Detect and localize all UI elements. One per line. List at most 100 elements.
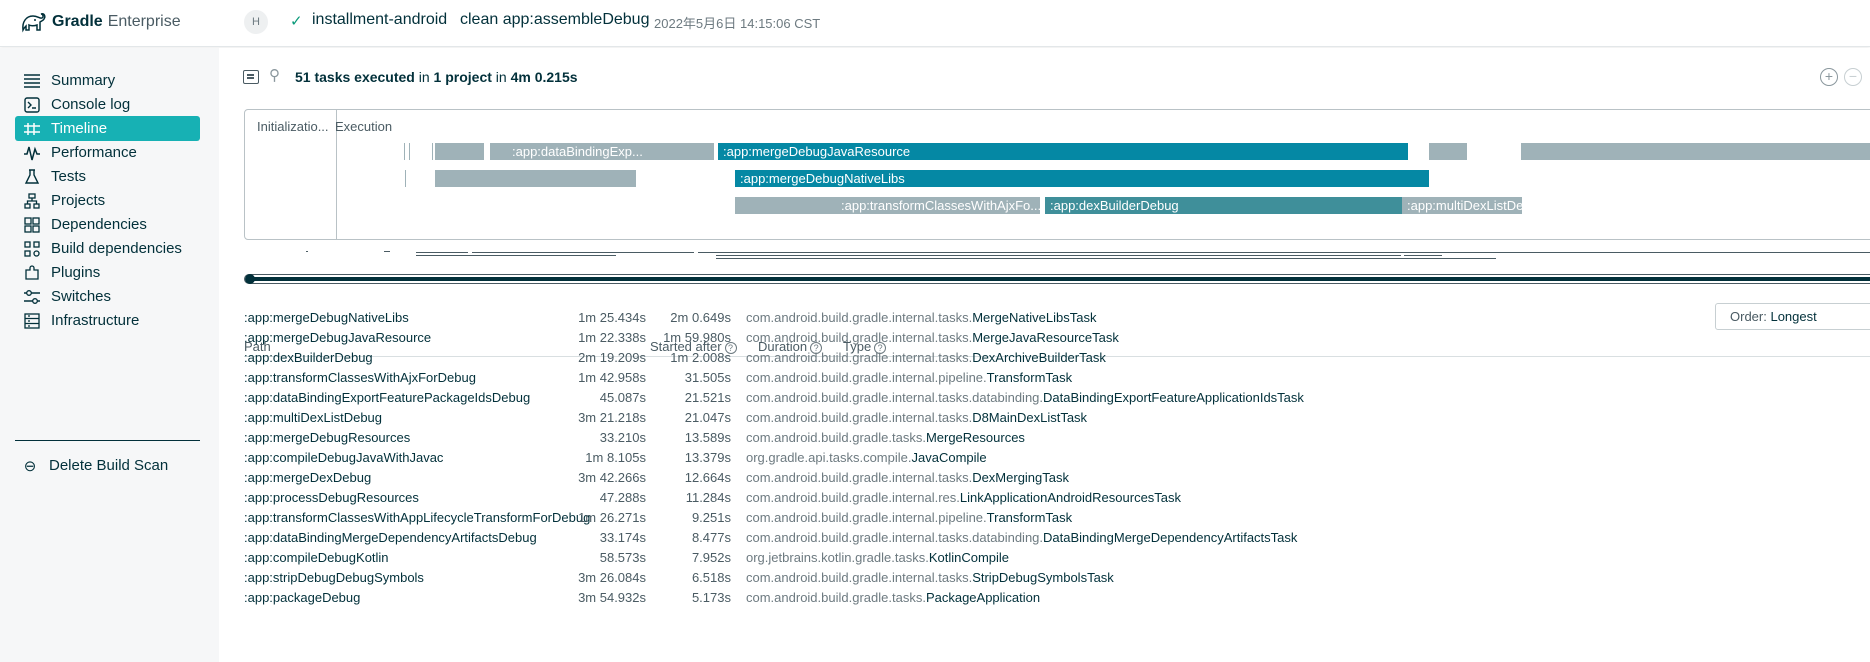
sidebar-item-switches[interactable]: Switches [15,284,200,309]
scroll-handle[interactable] [245,274,255,284]
minimap-mark [472,252,694,253]
task-started-after: 3m 26.084s [578,570,646,585]
sidebar-item-build-dependencies[interactable]: Build dependencies [15,236,200,261]
zoom-out-button[interactable]: − [1844,68,1862,86]
table-row[interactable]: :app:dataBindingMergeDependencyArtifacts… [244,530,1870,547]
list-view-icon[interactable] [243,70,259,84]
performance-icon [21,143,43,163]
zoom-in-button[interactable]: + [1820,68,1838,86]
task-type-class: TransformTask [986,510,1073,525]
table-row[interactable]: :app:mergeDebugNativeLibs 1m 25.434s 2m 0.… [244,310,1870,327]
task-tick[interactable] [405,170,406,187]
task-type: com.android.build.gradle.internal.tasks.… [746,410,1087,425]
task-path[interactable]: :app:compileDebugKotlin [244,550,389,565]
sidebar-item-label: Tests [51,168,87,185]
task-type-class: MergeJavaResourceTask [972,330,1119,345]
task-type-package: com.android.build.gradle.internal.tasks. [746,570,973,585]
task-type-class: DexArchiveBuilderTask [972,350,1106,365]
task-type-class: DataBindingExportFeatureApplicationIdsTa… [1043,390,1304,405]
table-row[interactable]: :app:dexBuilderDebug 2m 19.209s 1m 2.008s c… [244,350,1870,367]
task-type-class: JavaCompile [911,450,987,465]
sidebar-item-performance[interactable]: Performance [15,140,200,165]
task-path[interactable]: :app:mergeDebugResources [244,430,410,445]
task-started-after: 33.210s [599,430,646,445]
sidebar-divider [15,440,200,441]
timeline-scrollbar[interactable] [244,274,1870,284]
table-row[interactable]: :app:mergeDebugJavaResource 1m 22.338s 1m … [244,330,1870,347]
task-type-class: PackageApplication [925,590,1041,605]
task-bar-data-binding-exp[interactable]: :app:dataBindingExp... [490,143,714,160]
task-duration: 31.505s [684,370,731,385]
task-path[interactable]: :app:transformClassesWithAjxForDebug [244,370,476,385]
task-path[interactable]: :app:packageDebug [244,590,360,605]
table-row[interactable]: :app:mergeDexDebug 3m 42.266s 12.664s com.a… [244,470,1870,487]
table-row[interactable]: :app:processDebugResources 47.288s 11.284s… [244,490,1870,507]
task-path[interactable]: :app:transformClassesWithAppLifecycleTra… [244,510,590,525]
task-bar-dex-builder-debug[interactable]: :app:dexBuilderDebug [1045,197,1405,214]
task-type-package: com.android.build.gradle.internal.tasks. [746,310,973,325]
task-bar[interactable] [1521,143,1870,160]
task-tick[interactable] [432,143,433,160]
table-row[interactable]: :app:dataBindingExportFeaturePackageIdsD… [244,390,1870,407]
task-path[interactable]: :app:compileDebugJavaWithJavac [244,450,443,465]
top-bar: Gradle Enterprise H ✓ installment-androi… [0,0,1870,47]
sidebar-item-console-log[interactable]: Console log [15,92,200,117]
projects-count: 1 project [433,69,492,85]
sidebar-item-plugins[interactable]: Plugins [15,260,200,285]
table-row[interactable]: :app:multiDexListDebug 3m 21.218s 21.047s c… [244,410,1870,427]
timeline-minimap[interactable] [244,248,1870,264]
minimap-mark [416,255,616,256]
sidebar-item-tests[interactable]: Tests [15,164,200,189]
task-path[interactable]: :app:mergeDebugNativeLibs [244,310,409,325]
table-row[interactable]: :app:packageDebug 3m 54.932s 5.173s com.and… [244,590,1870,607]
scroll-range [253,277,1870,281]
task-type: com.android.build.gradle.internal.tasks.… [746,350,1106,365]
table-row[interactable]: :app:compileDebugKotlin 58.573s 7.952s org.… [244,550,1870,567]
sidebar-item-timeline[interactable]: Timeline [15,116,200,141]
table-row[interactable]: :app:stripDebugDebugSymbols 3m 26.084s 6.5… [244,570,1870,587]
sidebar-item-projects[interactable]: Projects [15,188,200,213]
table-row[interactable]: :app:compileDebugJavaWithJavac 1m 8.105s 1… [244,450,1870,467]
sidebar-item-summary[interactable]: Summary [15,68,200,93]
task-bar[interactable] [1429,143,1467,160]
task-started-after: 1m 42.958s [578,370,646,385]
task-path[interactable]: :app:dexBuilderDebug [244,350,373,365]
task-path[interactable]: :app:dataBindingMergeDependencyArtifacts… [244,530,537,545]
task-started-after: 1m 26.271s [578,510,646,525]
sidebar-item-infrastructure[interactable]: Infrastructure [15,308,200,333]
sidebar-item-label: Projects [51,192,106,209]
task-bar[interactable] [435,170,636,187]
task-path[interactable]: :app:mergeDebugJavaResource [244,330,431,345]
task-bar-multi-dex-list[interactable]: :app:multiDexListDe... [1402,197,1522,214]
search-icon[interactable]: ⚲ [269,66,280,84]
minimap-mark [716,255,1401,256]
sidebar-item-label: Plugins [51,264,101,281]
task-duration: 13.379s [684,450,731,465]
task-bar-transform-classes-ajx[interactable]: :app:transformClassesWithAjxFo... [735,197,1040,214]
task-tick[interactable] [404,143,405,160]
switches-icon [21,287,43,307]
avatar[interactable]: H [244,10,268,34]
task-started-after: 33.174s [599,530,646,545]
timeline-chart[interactable]: Initializatio... Execution :app:dataBind… [244,109,1870,240]
task-bar[interactable] [435,143,484,160]
task-type-class: D8MainDexListTask [972,410,1088,425]
task-path[interactable]: :app:stripDebugDebugSymbols [244,570,424,585]
gradle-enterprise-logo[interactable]: Gradle Enterprise [20,10,181,34]
table-row[interactable]: :app:mergeDebugResources 33.210s 13.589s co… [244,430,1870,447]
task-path[interactable]: :app:dataBindingExportFeaturePackageIdsD… [244,390,530,405]
task-path[interactable]: :app:processDebugResources [244,490,419,505]
delete-build-scan-button[interactable]: ⊖ Delete Build Scan [15,453,200,478]
table-row[interactable]: :app:transformClassesWithAjxForDebug 1m 4… [244,370,1870,387]
table-row[interactable]: :app:transformClassesWithAppLifecycleTra… [244,510,1870,527]
task-path[interactable]: :app:multiDexListDebug [244,410,382,425]
task-tick[interactable] [409,143,410,160]
task-bar-merge-debug-native-libs[interactable]: :app:mergeDebugNativeLibs [735,170,1429,187]
task-path[interactable]: :app:mergeDexDebug [244,470,371,485]
minimap-mark [1404,255,1442,256]
task-bar-merge-debug-java-resource[interactable]: :app:mergeDebugJavaResource [718,143,1408,160]
sidebar-item-dependencies[interactable]: Dependencies [15,212,200,237]
task-type: org.gradle.api.tasks.compile.JavaCompile [746,450,987,465]
task-duration: 12.664s [684,470,731,485]
sidebar-item-label: Summary [51,72,116,89]
